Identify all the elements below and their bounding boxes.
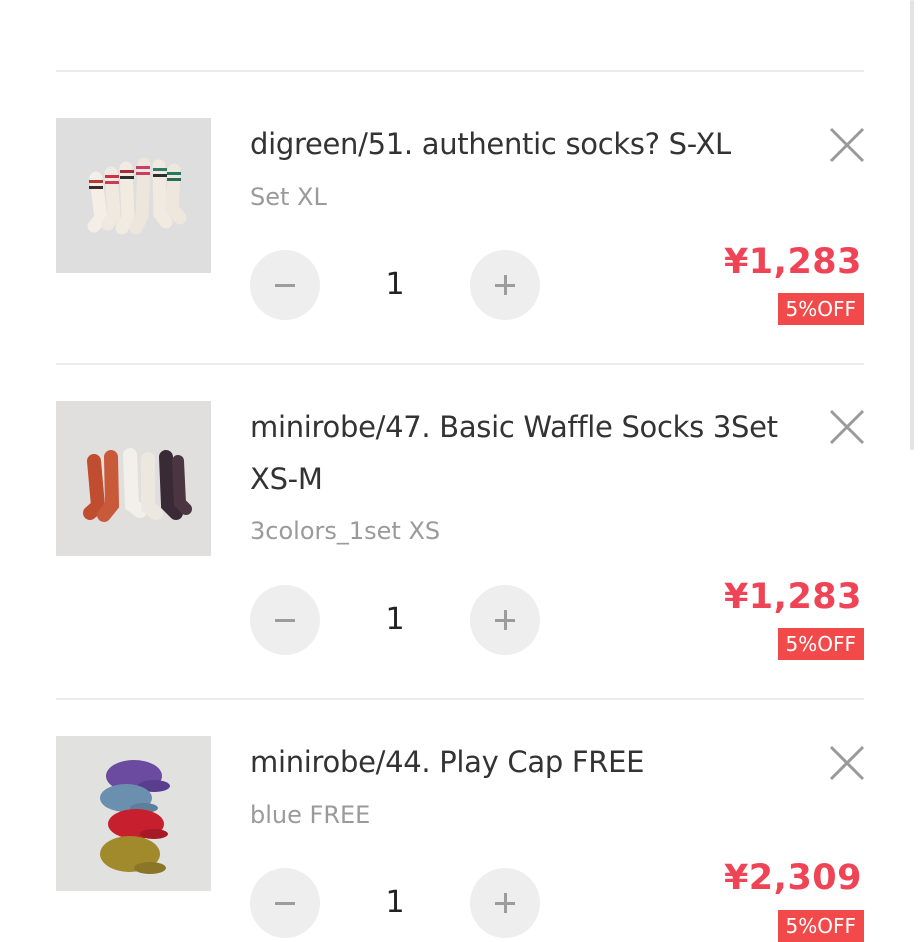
item-price: ¥1,283 <box>723 577 862 617</box>
remove-item-button[interactable] <box>828 408 866 446</box>
item-price: ¥2,309 <box>723 858 862 898</box>
product-title[interactable]: minirobe/44. Play Cap FREE <box>250 736 810 788</box>
item-price: ¥1,283 <box>723 242 862 282</box>
item-divider <box>56 698 864 700</box>
striped-socks-image <box>56 118 211 273</box>
increase-quantity-button[interactable] <box>470 585 540 655</box>
stacked-caps-image <box>56 736 211 891</box>
decrease-quantity-button[interactable] <box>250 585 320 655</box>
discount-badge: 5%OFF <box>777 910 864 942</box>
product-option: blue FREE <box>250 801 371 829</box>
close-icon <box>829 745 865 781</box>
product-option: Set XL <box>250 183 327 211</box>
discount-badge: 5%OFF <box>777 628 864 660</box>
quantity-value: 1 <box>385 885 405 920</box>
close-icon <box>829 409 865 445</box>
product-thumbnail[interactable] <box>56 736 211 891</box>
decrease-quantity-button[interactable] <box>250 868 320 938</box>
quantity-value: 1 <box>385 267 405 302</box>
increase-quantity-button[interactable] <box>470 868 540 938</box>
quantity-value: 1 <box>385 602 405 637</box>
product-option: 3colors_1set XS <box>250 517 441 545</box>
product-title[interactable]: minirobe/47. Basic Waffle Socks 3Set XS-… <box>250 401 810 505</box>
scrollbar[interactable] <box>910 0 914 450</box>
product-thumbnail[interactable] <box>56 118 211 273</box>
product-thumbnail[interactable] <box>56 401 211 556</box>
item-divider <box>56 363 864 365</box>
discount-badge: 5%OFF <box>777 293 864 325</box>
waffle-socks-image <box>56 401 211 556</box>
remove-item-button[interactable] <box>828 744 866 782</box>
remove-item-button[interactable] <box>828 126 866 164</box>
close-icon <box>829 127 865 163</box>
top-divider <box>56 70 864 72</box>
increase-quantity-button[interactable] <box>470 250 540 320</box>
product-title[interactable]: digreen/51. authentic socks? S-XL <box>250 118 810 170</box>
decrease-quantity-button[interactable] <box>250 250 320 320</box>
